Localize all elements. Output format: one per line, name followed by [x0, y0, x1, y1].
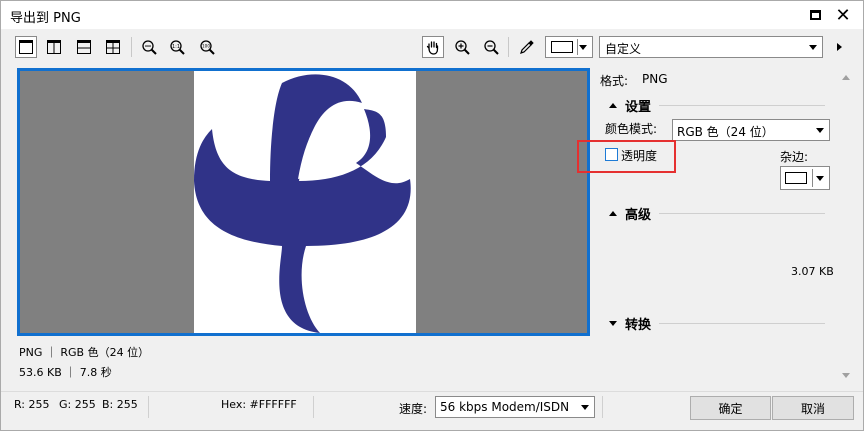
- scroll-down-icon[interactable]: [842, 373, 850, 378]
- chevron-down-icon: [816, 176, 824, 181]
- svg-text:1:1: 1:1: [172, 44, 180, 50]
- close-icon: ✕: [835, 4, 851, 26]
- transparency-checkbox[interactable]: [605, 148, 618, 161]
- chevron-down-icon: [579, 45, 587, 50]
- expand-icon: [609, 321, 617, 326]
- file-size-value: 3.07 KB: [791, 265, 834, 278]
- zoom-1to1-button[interactable]: 1:1: [166, 36, 188, 58]
- bottom-bar: R: 255 G: 255 B: 255 Hex: #FFFFFF 速度: 56…: [1, 391, 863, 431]
- hex-value: Hex: #FFFFFF: [221, 398, 297, 411]
- status-size-line: 53.6 KB ｜ 7.8 秒: [19, 366, 112, 379]
- zoom-fit-icon: [142, 40, 157, 55]
- speed-label: 速度:: [399, 402, 428, 416]
- quad-view-icon: [106, 40, 120, 54]
- chevron-down-icon: [809, 45, 817, 50]
- zoom-100-icon: 100: [200, 40, 215, 55]
- color-swatch: [551, 41, 573, 53]
- advanced-section-header[interactable]: 高级: [609, 204, 826, 223]
- format-label: 格式:: [600, 74, 629, 88]
- scroll-up-icon[interactable]: [842, 75, 850, 80]
- settings-section-header[interactable]: 设置: [609, 96, 826, 115]
- quad-view-button[interactable]: [102, 36, 124, 58]
- maximize-button[interactable]: [802, 3, 828, 27]
- logo-graphic: [194, 74, 411, 333]
- collapse-icon: [609, 103, 617, 108]
- speed-value: 56 kbps Modem/ISDN: [440, 400, 570, 414]
- split-horizontal-icon: [77, 40, 91, 54]
- ok-button[interactable]: 确定: [690, 396, 771, 420]
- dropdown-divider: [577, 39, 578, 55]
- matte-label: 杂边:: [780, 150, 809, 164]
- section-divider: [659, 213, 826, 214]
- speed-dropdown[interactable]: 56 kbps Modem/ISDN: [435, 396, 595, 418]
- single-view-button[interactable]: [15, 36, 37, 58]
- zoom-1to1-icon: 1:1: [170, 40, 185, 55]
- status-separator: [313, 396, 314, 418]
- preview-pane[interactable]: [17, 68, 590, 336]
- toolbar-separator: [508, 37, 509, 57]
- matte-color-dropdown[interactable]: [780, 166, 830, 190]
- maximize-icon: [809, 10, 821, 20]
- red-value: R: 255: [14, 398, 50, 411]
- dropdown-divider: [812, 169, 813, 187]
- eyedropper-button[interactable]: [516, 36, 538, 58]
- close-button[interactable]: ✕: [830, 3, 856, 27]
- status-separator: [602, 396, 603, 418]
- chevron-down-icon: [816, 128, 824, 133]
- transform-section-header[interactable]: 转换: [609, 314, 826, 333]
- section-divider: [659, 323, 826, 324]
- export-png-dialog: 导出到 PNG ✕ 1:1 100 自定义 PNG ｜ RGB 色（24 位） …: [0, 0, 864, 431]
- format-value: PNG: [642, 72, 668, 86]
- split-horizontal-button[interactable]: [73, 36, 95, 58]
- chevron-down-icon: [581, 405, 589, 410]
- color-mode-label: 颜色模式:: [605, 122, 658, 136]
- toolbar-separator: [131, 37, 132, 57]
- split-vertical-icon: [47, 40, 61, 54]
- transform-title: 转换: [625, 318, 652, 333]
- pan-hand-icon: [426, 41, 439, 55]
- window-title: 导出到 PNG: [10, 11, 81, 26]
- panel-scrollbar[interactable]: [839, 67, 853, 385]
- pan-button[interactable]: [422, 36, 444, 58]
- eyedropper-icon: [520, 40, 534, 54]
- zoom-in-icon: [455, 40, 470, 55]
- preset-dropdown[interactable]: 自定义: [599, 36, 823, 58]
- advanced-title: 高级: [625, 208, 652, 223]
- green-value: G: 255: [59, 398, 96, 411]
- color-mode-dropdown[interactable]: RGB 色（24 位）: [672, 119, 830, 141]
- matte-swatch: [785, 172, 807, 184]
- background-color-dropdown[interactable]: [545, 36, 593, 58]
- color-mode-value: RGB 色（24 位）: [677, 125, 774, 139]
- svg-text:100: 100: [202, 44, 210, 49]
- status-format-line: PNG ｜ RGB 色（24 位）: [19, 346, 150, 359]
- preview-image: [194, 71, 416, 333]
- single-view-icon: [19, 40, 33, 54]
- chevron-right-icon[interactable]: [837, 43, 842, 51]
- zoom-out-icon: [484, 40, 499, 55]
- settings-title: 设置: [625, 100, 652, 115]
- title-bar: 导出到 PNG ✕: [1, 1, 863, 29]
- section-divider: [659, 105, 826, 106]
- zoom-fit-button[interactable]: [138, 36, 160, 58]
- zoom-in-button[interactable]: [451, 36, 473, 58]
- zoom-out-button[interactable]: [480, 36, 502, 58]
- cancel-button[interactable]: 取消: [772, 396, 854, 420]
- preview-status: PNG ｜ RGB 色（24 位） 53.6 KB ｜ 7.8 秒: [19, 343, 149, 383]
- split-vertical-button[interactable]: [43, 36, 65, 58]
- preset-value: 自定义: [605, 42, 642, 56]
- zoom-100-button[interactable]: 100: [196, 36, 218, 58]
- transparency-label[interactable]: 透明度: [621, 147, 657, 164]
- status-separator: [148, 396, 149, 418]
- blue-value: B: 255: [102, 398, 138, 411]
- collapse-icon: [609, 211, 617, 216]
